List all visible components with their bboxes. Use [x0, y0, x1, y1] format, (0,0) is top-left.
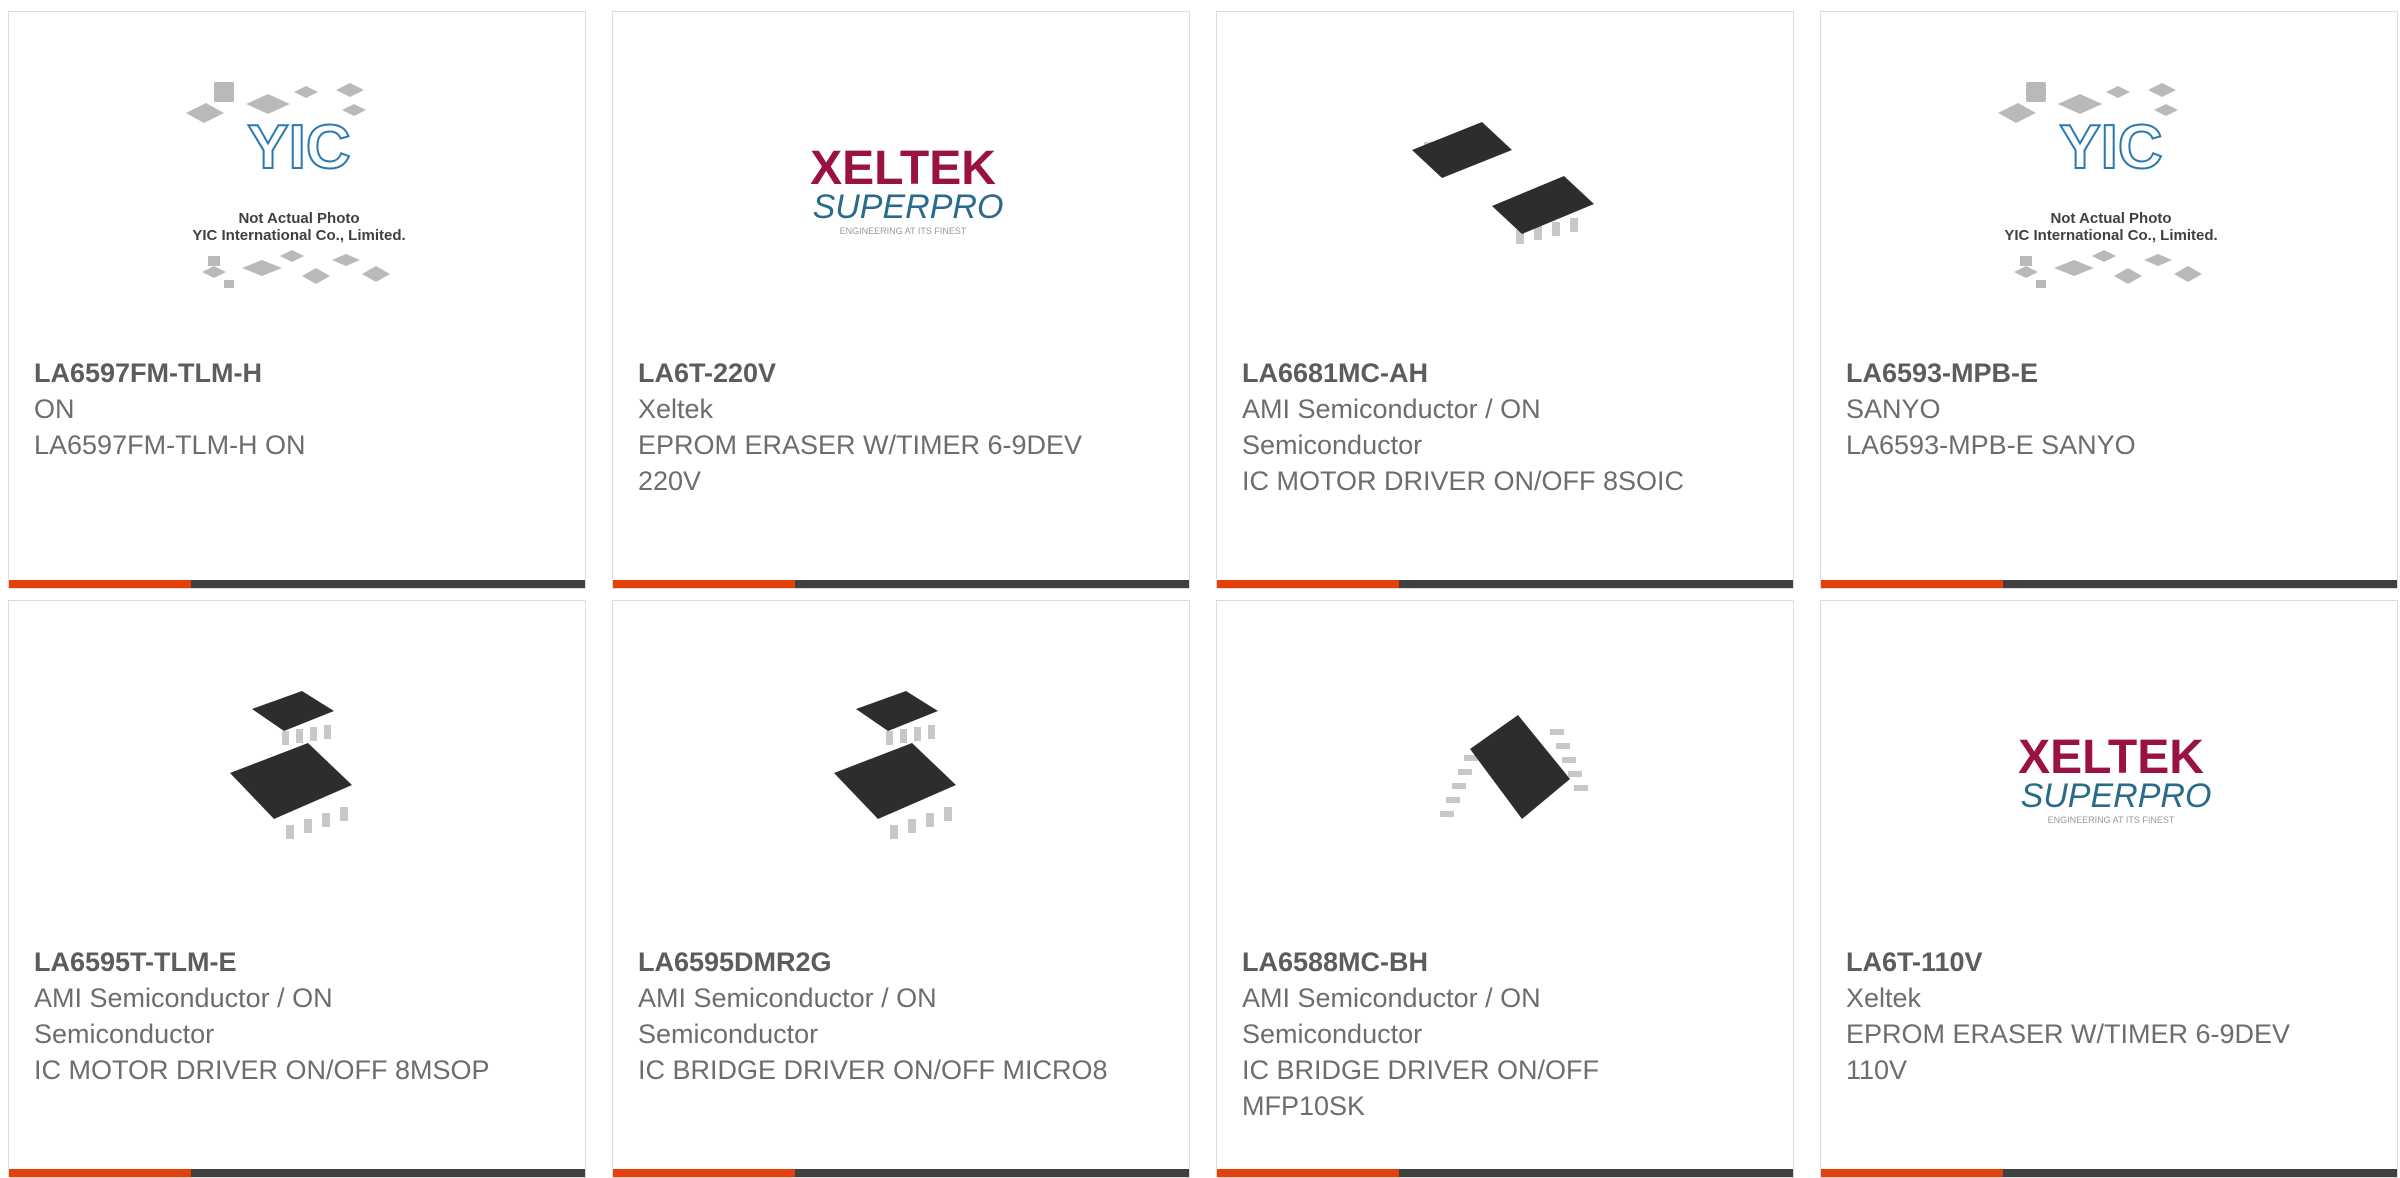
- svg-text:Not Actual Photo: Not Actual Photo: [238, 210, 359, 227]
- svg-text:SUPERPRO: SUPERPRO: [2021, 777, 2212, 815]
- product-image[interactable]: XELTEK SUPERPRO ENGINEERING AT ITS FINES…: [1996, 669, 2226, 887]
- svg-text:ENGINEERING AT ITS FINEST: ENGINEERING AT ITS FINEST: [840, 226, 967, 236]
- description: IC BRIDGE DRIVER ON/OFF MICRO8: [638, 1055, 1108, 1085]
- manufacturer: AMI Semiconductor / ON Semiconductor: [34, 983, 333, 1049]
- product-image[interactable]: [1392, 669, 1622, 887]
- card-bottom-bar: [1821, 580, 2397, 588]
- description: LA6597FM-TLM-H ON: [34, 430, 306, 460]
- part-number[interactable]: LA6T-220V: [638, 355, 1108, 391]
- description: EPROM ERASER W/TIMER 6-9DEV 110V: [1846, 1019, 2291, 1085]
- part-number[interactable]: LA6597FM-TLM-H: [34, 355, 504, 391]
- description: IC MOTOR DRIVER ON/OFF 8SOIC: [1242, 466, 1685, 496]
- product-card[interactable]: LA6588MC-BH AMI Semiconductor / ON Semic…: [1216, 600, 1794, 1178]
- product-image[interactable]: YIC Not Actual Photo YIC International C…: [1996, 80, 2226, 298]
- svg-text:YIC: YIC: [2059, 113, 2162, 182]
- xeltek-logo: XELTEK SUPERPRO ENGINEERING AT ITS FINES…: [810, 142, 1004, 236]
- part-number[interactable]: LA6595DMR2G: [638, 944, 1108, 980]
- product-card[interactable]: XELTEK SUPERPRO ENGINEERING AT ITS FINES…: [612, 11, 1190, 589]
- card-bottom-bar: [9, 580, 585, 588]
- yic-placeholder-icon: YIC Not Actual Photo YIC International C…: [1998, 82, 2218, 288]
- card-bottom-bar: [1821, 1169, 2397, 1177]
- svg-text:ENGINEERING AT ITS FINEST: ENGINEERING AT ITS FINEST: [2048, 815, 2175, 825]
- part-number[interactable]: LA6595T-TLM-E: [34, 944, 504, 980]
- card-bottom-bar: [613, 1169, 1189, 1177]
- manufacturer: Xeltek: [638, 394, 714, 424]
- description: LA6593-MPB-E SANYO: [1846, 430, 2136, 460]
- part-number[interactable]: LA6T-110V: [1846, 944, 2316, 980]
- soic8-chip-icon: [1412, 122, 1594, 244]
- description: IC MOTOR DRIVER ON/OFF 8MSOP: [34, 1055, 490, 1085]
- yic-placeholder-icon: YIC Not Actual Photo YIC International C…: [186, 82, 406, 288]
- mfp10-chip-icon: [1440, 715, 1588, 819]
- product-image[interactable]: [788, 669, 1018, 887]
- manufacturer: Xeltek: [1846, 983, 1922, 1013]
- manufacturer: AMI Semiconductor / ON Semiconductor: [638, 983, 937, 1049]
- part-number[interactable]: LA6681MC-AH: [1242, 355, 1712, 391]
- part-number[interactable]: LA6593-MPB-E: [1846, 355, 2316, 391]
- svg-text:Not Actual Photo: Not Actual Photo: [2050, 210, 2171, 227]
- manufacturer: AMI Semiconductor / ON Semiconductor: [1242, 394, 1541, 460]
- svg-text:YIC International Co., Limited: YIC International Co., Limited.: [2004, 227, 2217, 244]
- svg-text:YIC: YIC: [247, 113, 350, 182]
- card-bottom-bar: [613, 580, 1189, 588]
- manufacturer: SANYO: [1846, 394, 1941, 424]
- description: IC BRIDGE DRIVER ON/OFF MFP10SK: [1242, 1055, 1600, 1121]
- product-image[interactable]: YIC Not Actual Photo YIC International C…: [184, 80, 414, 298]
- product-card[interactable]: LA6595T-TLM-E AMI Semiconductor / ON Sem…: [8, 600, 586, 1178]
- card-bottom-bar: [1217, 1169, 1793, 1177]
- product-card[interactable]: YIC Not Actual Photo YIC International C…: [1820, 11, 2398, 589]
- manufacturer: AMI Semiconductor / ON Semiconductor: [1242, 983, 1541, 1049]
- card-bottom-bar: [1217, 580, 1793, 588]
- manufacturer: ON: [34, 394, 75, 424]
- description: EPROM ERASER W/TIMER 6-9DEV 220V: [638, 430, 1083, 496]
- svg-text:YIC International Co., Limited: YIC International Co., Limited.: [192, 227, 405, 244]
- msop-chip-icon: [834, 691, 956, 839]
- part-number[interactable]: LA6588MC-BH: [1242, 944, 1712, 980]
- product-image[interactable]: [1392, 80, 1622, 298]
- product-card[interactable]: LA6681MC-AH AMI Semiconductor / ON Semic…: [1216, 11, 1794, 589]
- card-bottom-bar: [9, 1169, 585, 1177]
- product-card[interactable]: YIC Not Actual Photo YIC International C…: [8, 11, 586, 589]
- msop-chip-icon: [230, 691, 352, 839]
- product-card[interactable]: LA6595DMR2G AMI Semiconductor / ON Semic…: [612, 600, 1190, 1178]
- product-card[interactable]: XELTEK SUPERPRO ENGINEERING AT ITS FINES…: [1820, 600, 2398, 1178]
- product-image[interactable]: [184, 669, 414, 887]
- xeltek-logo: XELTEK SUPERPRO ENGINEERING AT ITS FINES…: [2018, 731, 2212, 825]
- product-image[interactable]: XELTEK SUPERPRO ENGINEERING AT ITS FINES…: [788, 80, 1018, 298]
- svg-text:SUPERPRO: SUPERPRO: [813, 188, 1004, 226]
